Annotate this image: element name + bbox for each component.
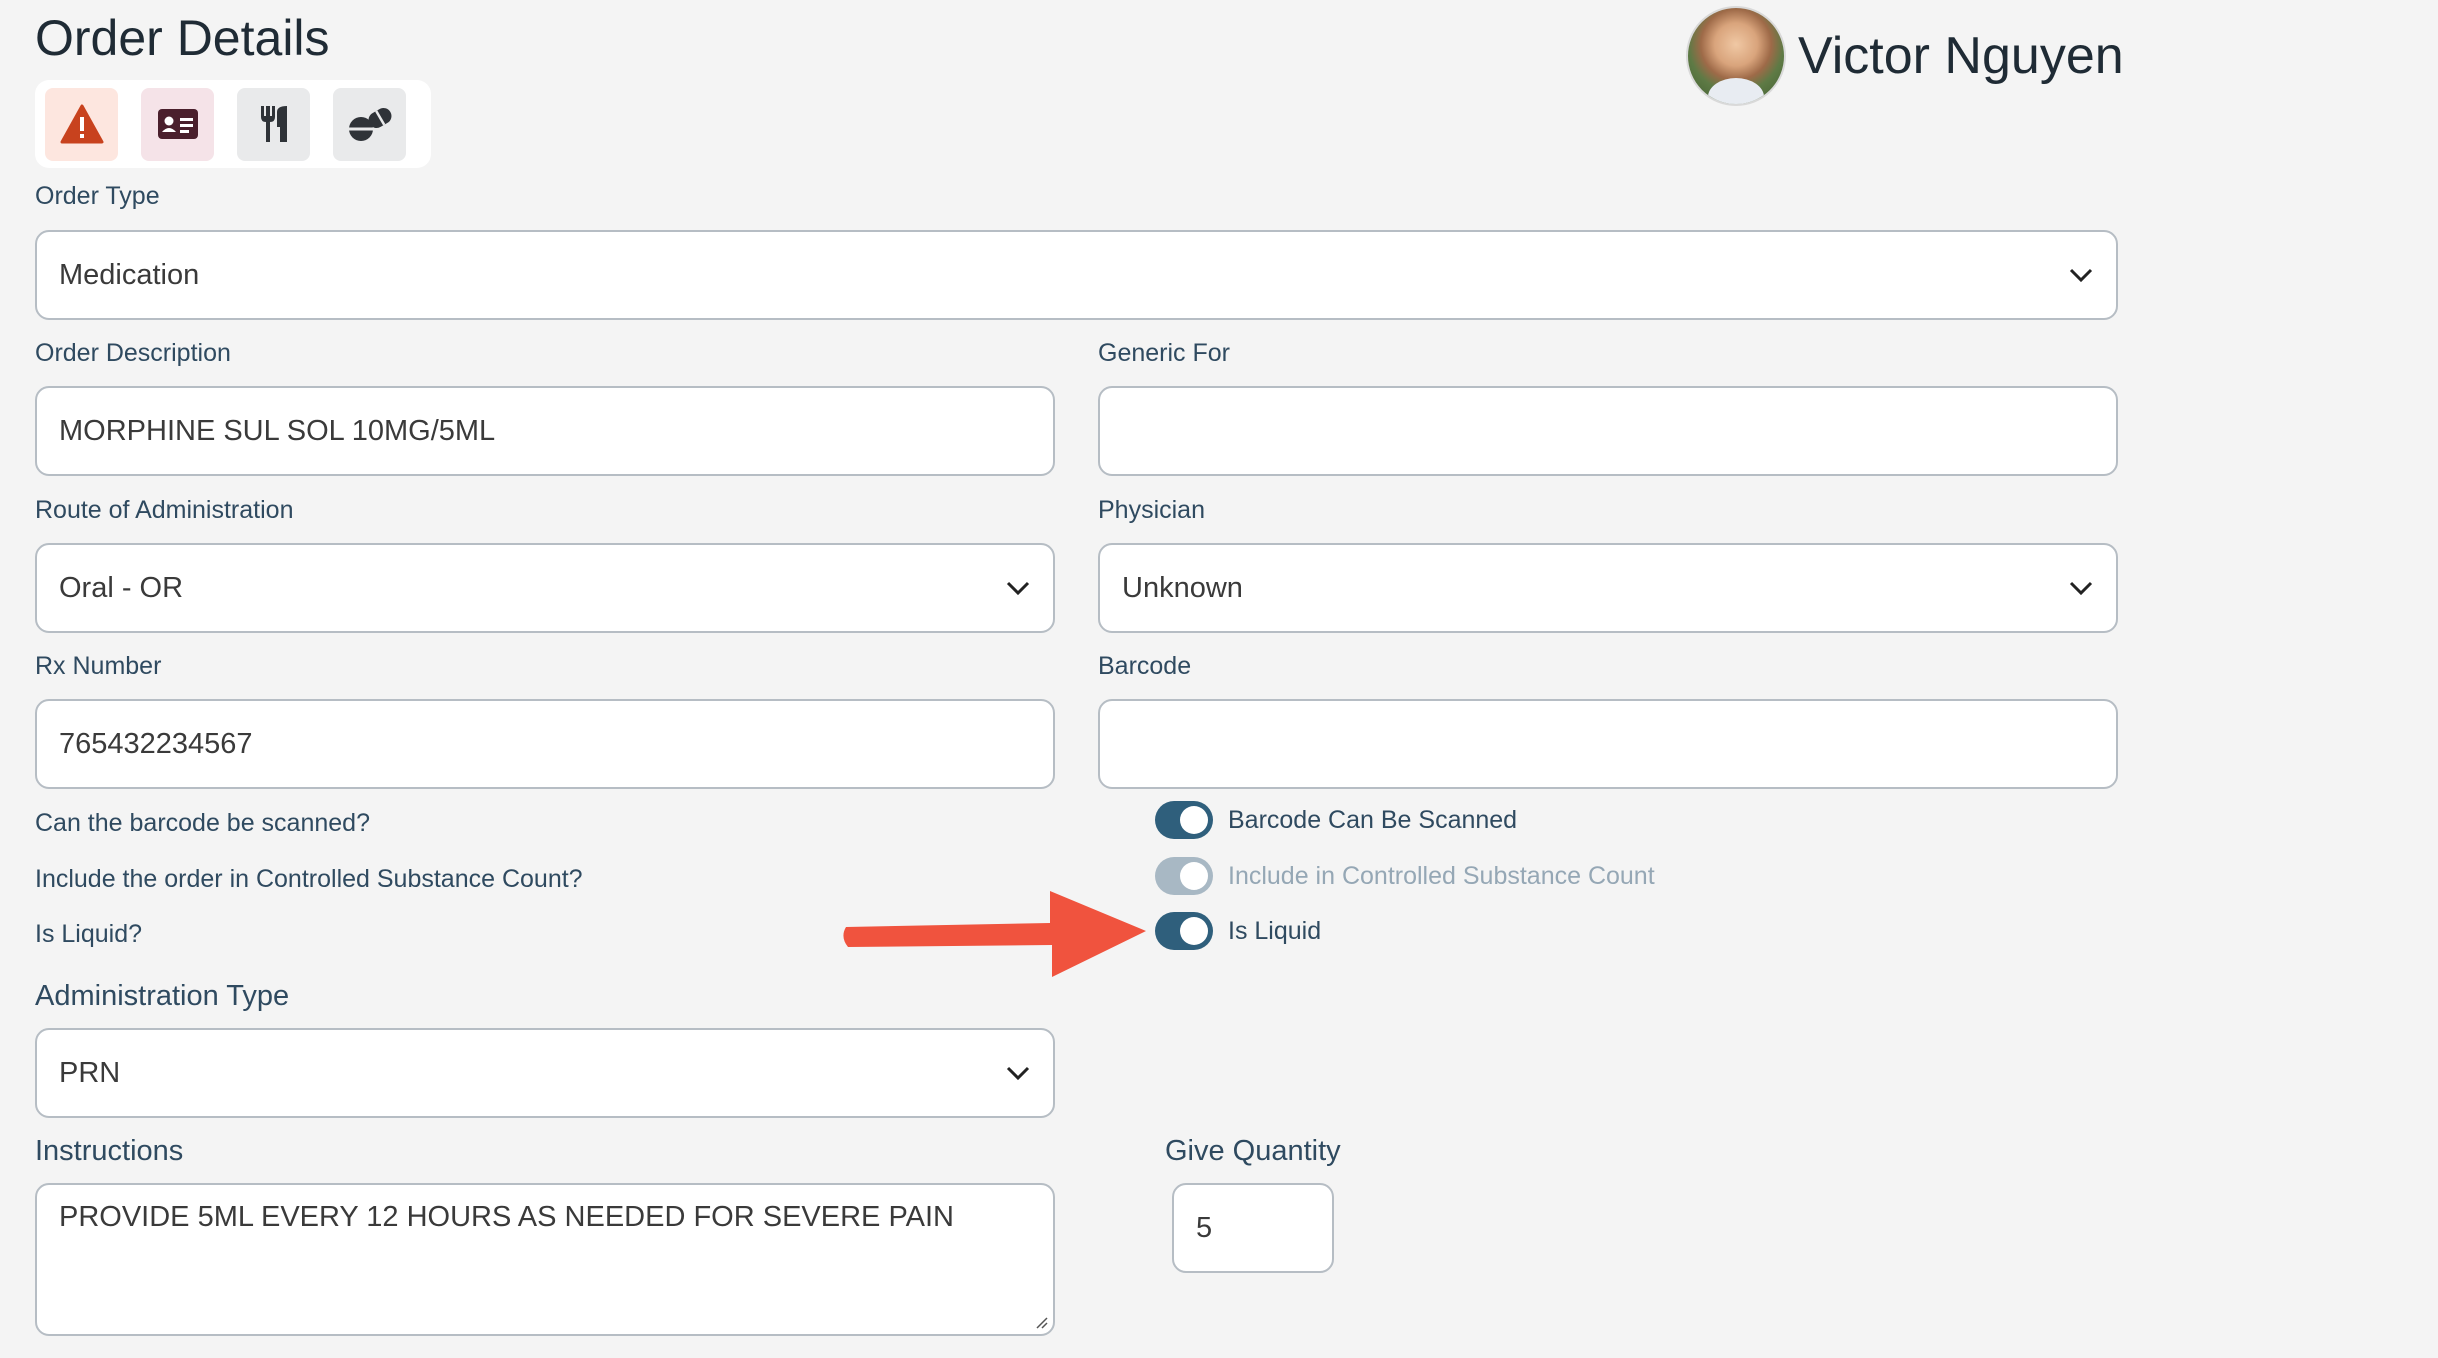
generic-for-input[interactable]: [1098, 386, 2118, 476]
annotation-arrow-icon: [843, 891, 1146, 977]
give-quantity-input[interactable]: 5: [1172, 1183, 1334, 1273]
controlled-count-toggle[interactable]: [1155, 857, 1213, 895]
controlled-count-toggle-label: Include in Controlled Substance Count: [1228, 861, 1655, 890]
page-title: Order Details: [35, 10, 330, 66]
give-quantity-value: 5: [1196, 1211, 1213, 1244]
physician-value: Unknown: [1122, 571, 1243, 604]
is-liquid-toggle-label: Is Liquid: [1228, 916, 1322, 945]
is-liquid-toggle[interactable]: [1155, 912, 1213, 950]
icon-toolbar: [35, 80, 431, 168]
order-type-select[interactable]: Medication: [35, 230, 2118, 320]
instructions-textarea[interactable]: PROVIDE 5ML EVERY 12 HOURS AS NEEDED FOR…: [35, 1183, 1055, 1336]
rx-number-label: Rx Number: [35, 652, 162, 680]
physician-label: Physician: [1098, 496, 1205, 524]
physician-select[interactable]: Unknown: [1098, 543, 2118, 633]
barcode-scan-toggle[interactable]: [1155, 801, 1213, 839]
patient-header: Victor Nguyen: [1686, 6, 2124, 106]
route-select[interactable]: Oral - OR: [35, 543, 1055, 633]
controlled-count-toggle-row: Include in Controlled Substance Count: [1155, 857, 1655, 895]
order-description-label: Order Description: [35, 339, 231, 367]
is-liquid-question: Is Liquid?: [35, 920, 143, 948]
instructions-value: PROVIDE 5ML EVERY 12 HOURS AS NEEDED FOR…: [59, 1201, 954, 1233]
route-value: Oral - OR: [59, 571, 184, 604]
administration-type-select[interactable]: PRN: [35, 1028, 1055, 1118]
chevron-down-icon: [1006, 581, 1030, 596]
administration-type-label: Administration Type: [35, 980, 290, 1012]
route-label: Route of Administration: [35, 496, 294, 524]
utensils-icon[interactable]: [237, 87, 310, 161]
id-card-icon[interactable]: [141, 87, 214, 161]
order-type-label: Order Type: [35, 182, 160, 210]
instructions-label: Instructions: [35, 1135, 184, 1167]
order-type-value: Medication: [59, 258, 200, 291]
pills-icon[interactable]: [333, 87, 406, 161]
barcode-input[interactable]: [1098, 699, 2118, 789]
rx-number-value: 765432234567: [59, 727, 253, 760]
barcode-label: Barcode: [1098, 652, 1192, 680]
warning-icon[interactable]: [45, 87, 118, 161]
barcode-scan-question: Can the barcode be scanned?: [35, 809, 370, 837]
order-description-input[interactable]: MORPHINE SUL SOL 10MG/5ML: [35, 386, 1055, 476]
patient-name: Victor Nguyen: [1798, 27, 2124, 85]
give-quantity-label: Give Quantity: [1165, 1135, 1341, 1167]
chevron-down-icon: [2069, 581, 2093, 596]
controlled-count-question: Include the order in Controlled Substanc…: [35, 865, 583, 893]
administration-type-value: PRN: [59, 1056, 121, 1089]
avatar: [1686, 6, 1786, 106]
chevron-down-icon: [1006, 1066, 1030, 1081]
generic-for-label: Generic For: [1098, 339, 1230, 367]
rx-number-input[interactable]: 765432234567: [35, 699, 1055, 789]
order-description-value: MORPHINE SUL SOL 10MG/5ML: [59, 414, 496, 447]
is-liquid-toggle-row: Is Liquid: [1155, 912, 1321, 950]
resize-grip-icon[interactable]: [1033, 1314, 1049, 1330]
chevron-down-icon: [2069, 268, 2093, 283]
barcode-scan-toggle-row: Barcode Can Be Scanned: [1155, 801, 1517, 839]
barcode-scan-toggle-label: Barcode Can Be Scanned: [1228, 805, 1518, 834]
